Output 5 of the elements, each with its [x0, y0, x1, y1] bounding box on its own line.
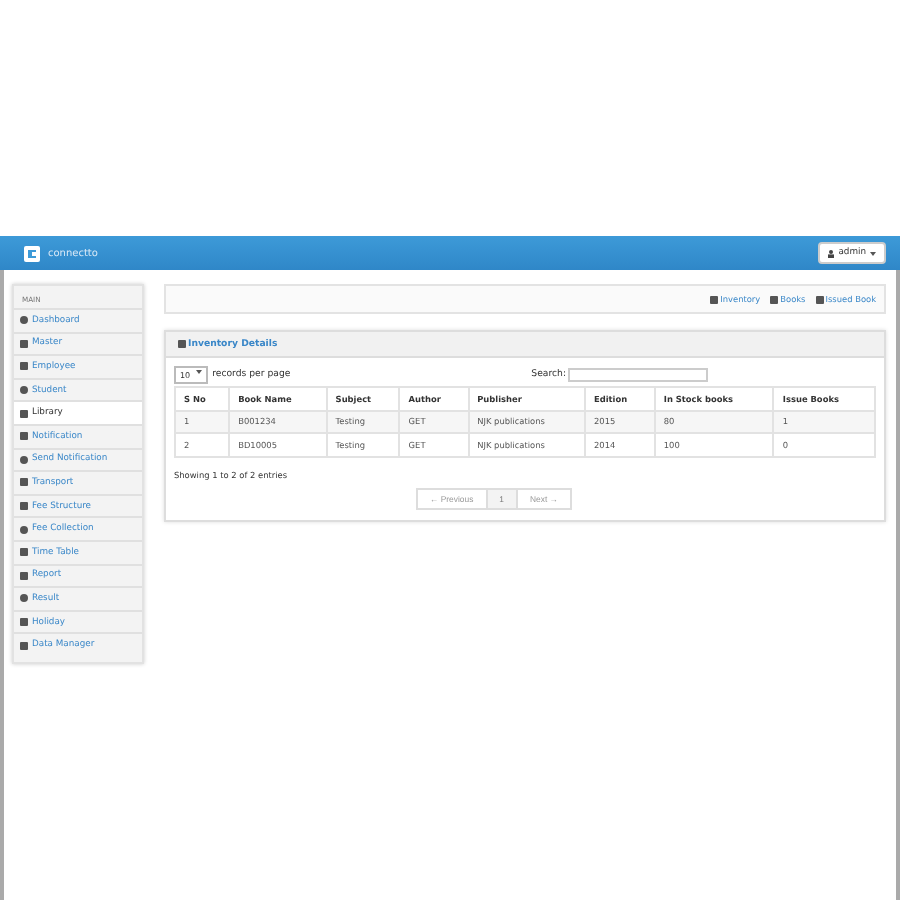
logo-icon: [24, 245, 40, 261]
search-field[interactable]: [568, 368, 708, 382]
caret-icon: [196, 370, 203, 374]
user-icon: [828, 249, 835, 257]
caret-icon: [870, 251, 876, 255]
